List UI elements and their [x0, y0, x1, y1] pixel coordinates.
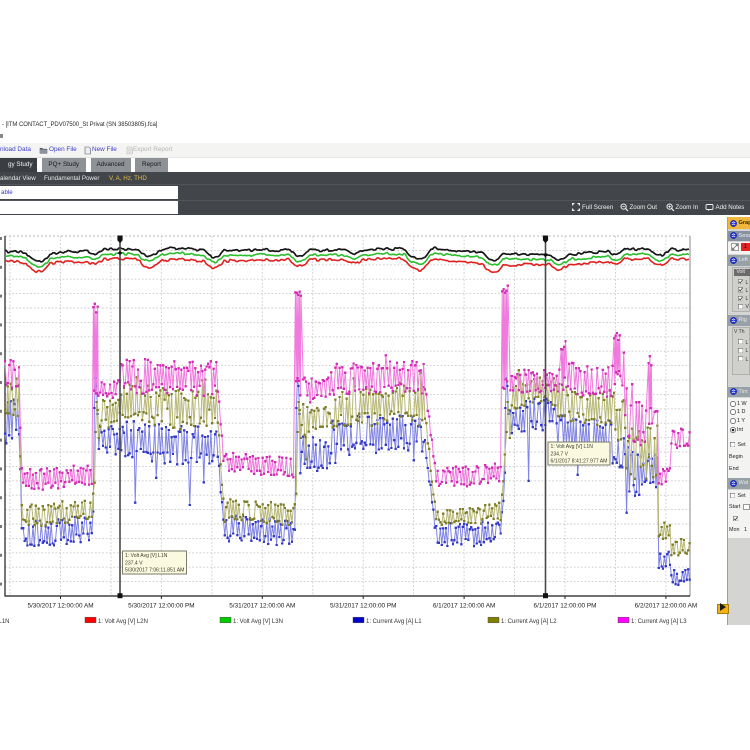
svg-text:5/31/2017 12:00:00 PM: 5/31/2017 12:00:00 PM [330, 603, 396, 610]
svg-text:1: Volt Avg [V] L2N: 1: Volt Avg [V] L2N [98, 619, 148, 625]
svg-text:1: Volt Avg [V] L1N: 1: Volt Avg [V] L1N [551, 444, 594, 450]
svg-text:6/1/2017 12:00:00 PM: 6/1/2017 12:00:00 PM [534, 603, 597, 610]
svg-text:1: Current Avg [A] L2: 1: Current Avg [A] L2 [501, 619, 557, 625]
svg-text:5/30/2017 12:00:00 AM: 5/30/2017 12:00:00 AM [27, 603, 93, 610]
svg-text:234.7 V: 234.7 V [551, 451, 569, 457]
svg-text:1: Current Avg [A] L1: 1: Current Avg [A] L1 [366, 619, 422, 625]
svg-text:6/2/2017 12:00:00 AM: 6/2/2017 12:00:00 AM [635, 603, 698, 610]
svg-text:L1N: L1N [0, 619, 10, 625]
svg-text:6/1/2017 8:41:27.977 AM: 6/1/2017 8:41:27.977 AM [551, 459, 608, 465]
svg-text:237.4 V: 237.4 V [125, 560, 143, 566]
svg-text:5/30/2017 12:00:00 PM: 5/30/2017 12:00:00 PM [128, 603, 194, 610]
svg-text:1: Volt Avg [V] L3N: 1: Volt Avg [V] L3N [233, 619, 283, 625]
svg-text:1: Current Avg [A] L3: 1: Current Avg [A] L3 [631, 619, 687, 625]
svg-text:5/30/2017 7:06:11.851 AM: 5/30/2017 7:06:11.851 AM [125, 568, 184, 574]
svg-text:6/1/2017 12:00:00 AM: 6/1/2017 12:00:00 AM [433, 603, 496, 610]
svg-text:1: Volt Avg [V] L1N: 1: Volt Avg [V] L1N [125, 553, 168, 559]
svg-text:5/31/2017 12:00:00 AM: 5/31/2017 12:00:00 AM [229, 603, 295, 610]
